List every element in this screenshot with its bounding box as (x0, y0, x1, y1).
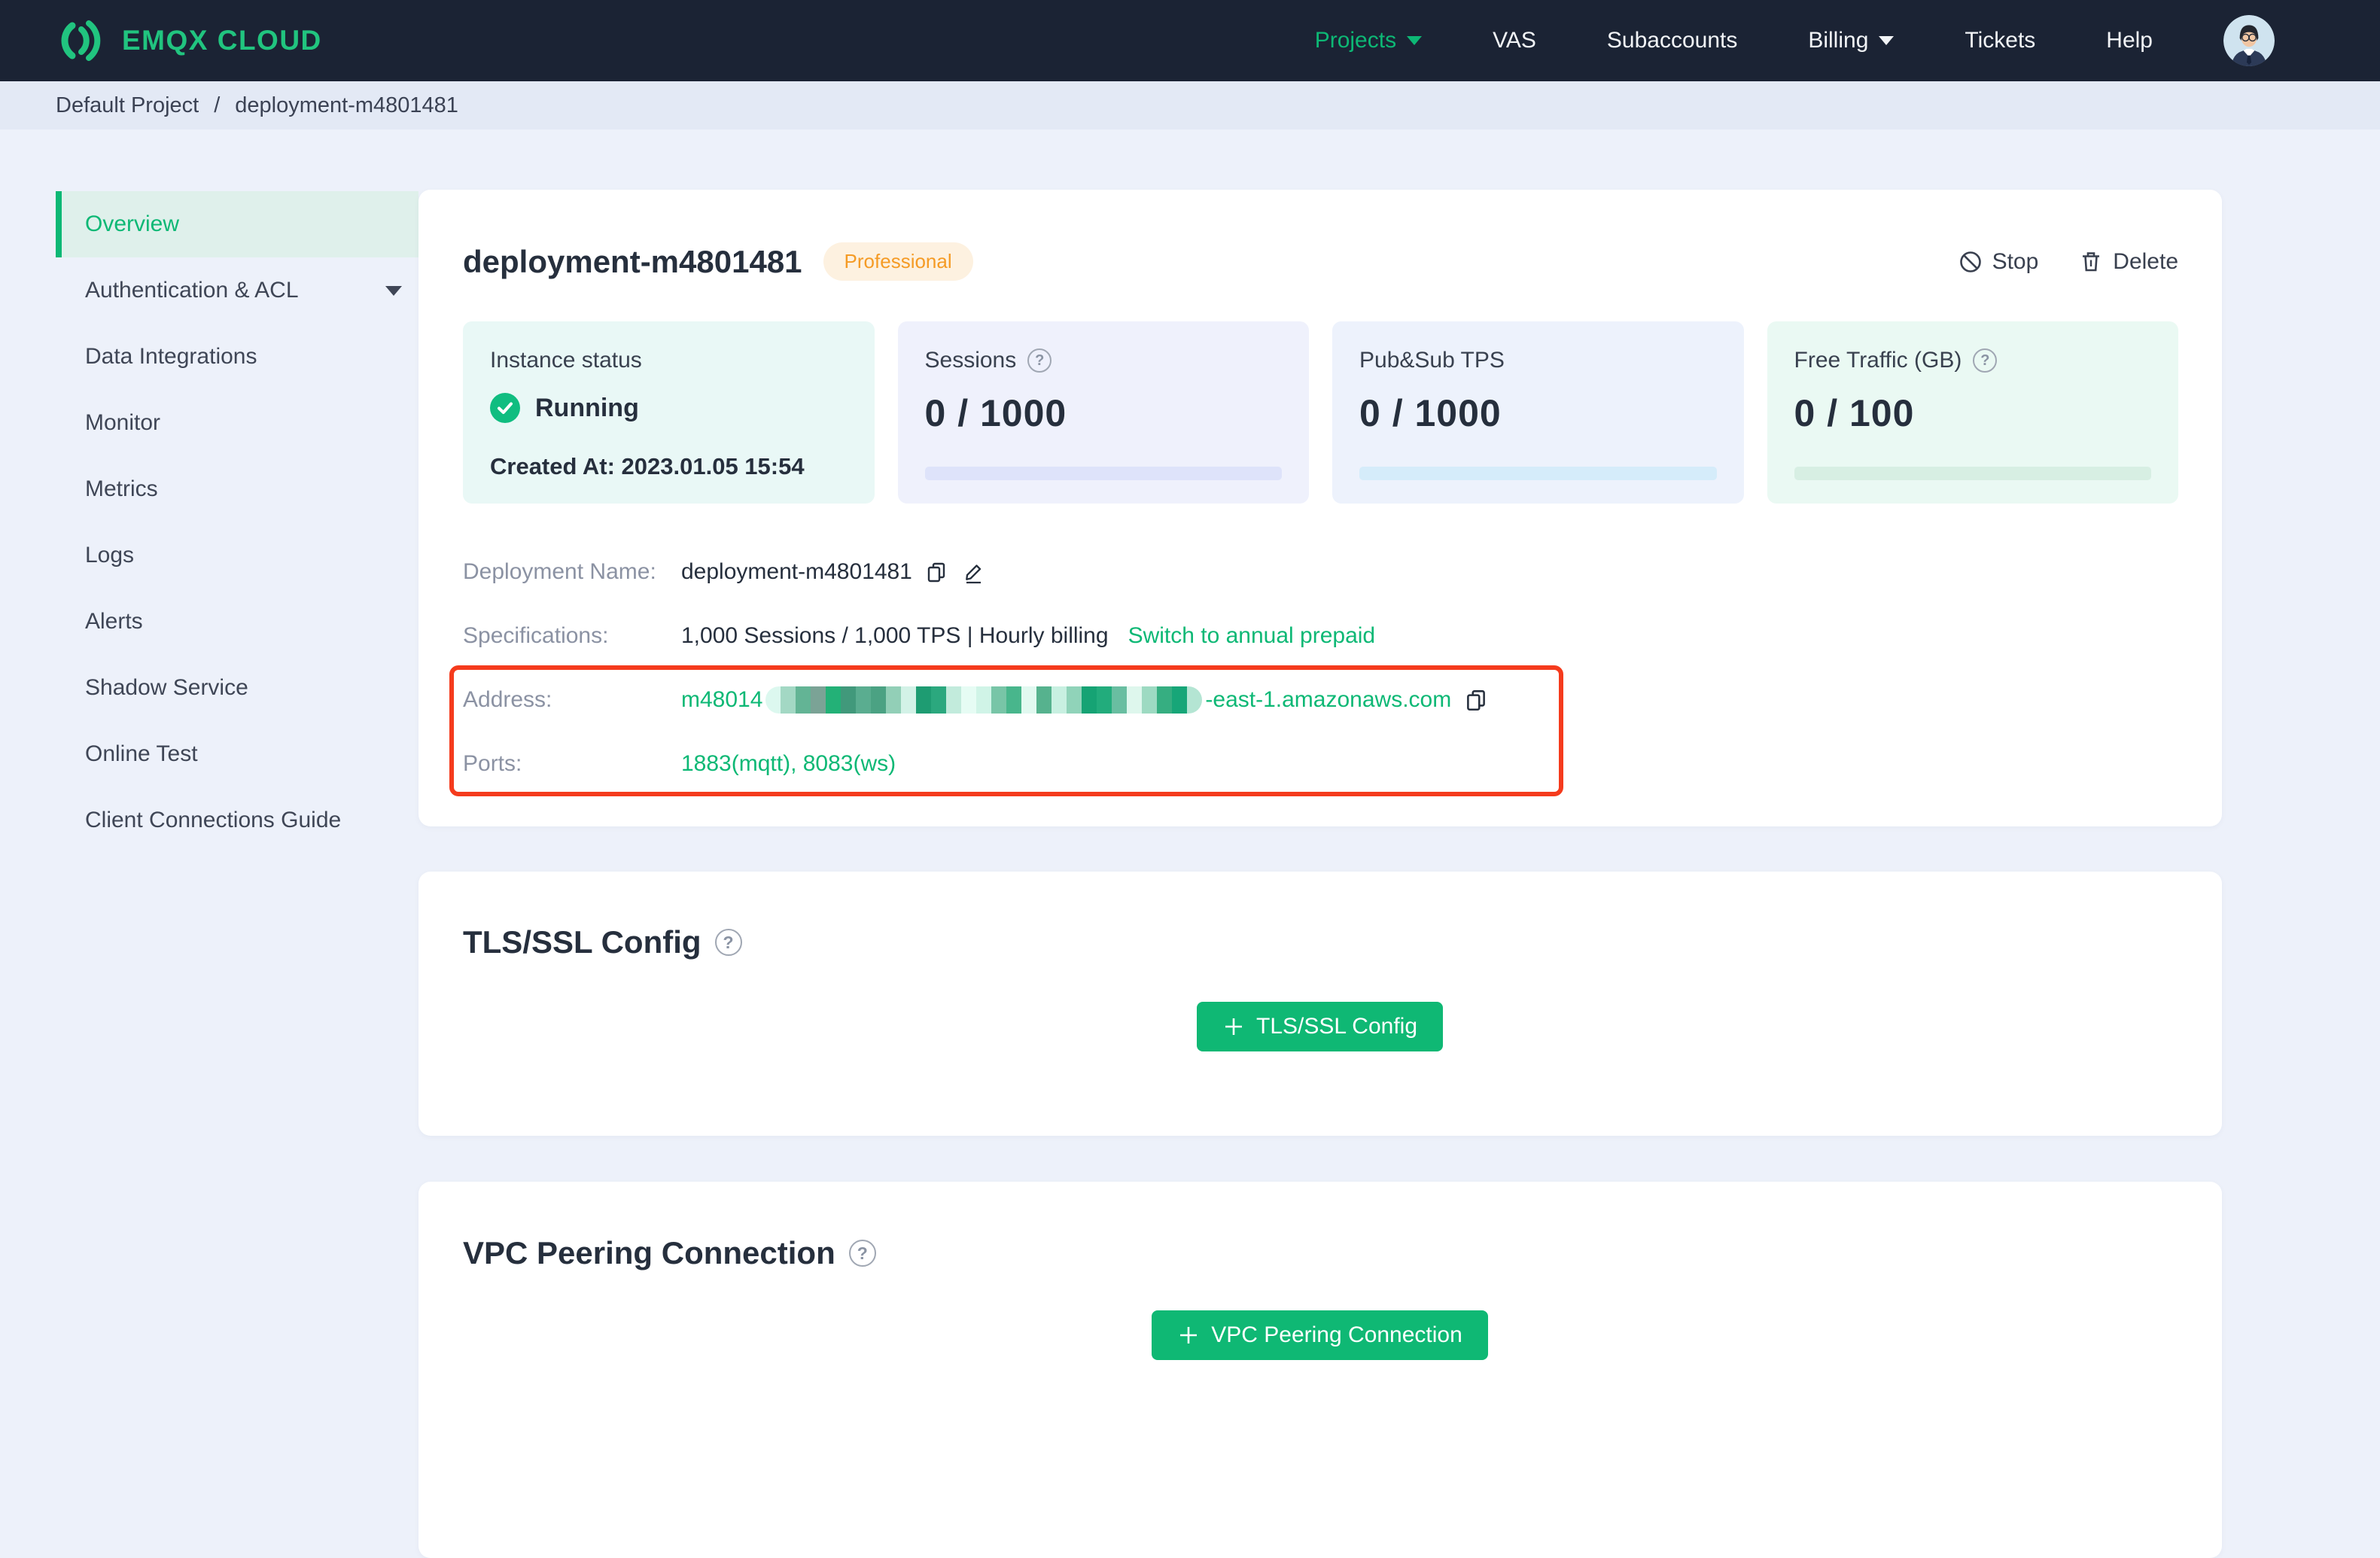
breadcrumb-separator: / (214, 93, 221, 117)
user-avatar[interactable] (2223, 15, 2275, 66)
free-traffic-value: 0 / 100 (1794, 392, 1915, 434)
sidebar-item-online-test[interactable]: Online Test (56, 721, 418, 787)
chevron-down-icon (1879, 36, 1895, 45)
help-icon[interactable]: ? (714, 929, 742, 956)
address-prefix: m48014 (681, 686, 763, 712)
nav-item-help[interactable]: Help (2106, 28, 2153, 53)
vpc-section-title: VPC Peering Connection (463, 1235, 835, 1270)
nav-item-vas[interactable]: VAS (1493, 28, 1536, 53)
ports-label: Ports: (463, 750, 522, 776)
sidebar-item-authentication-acl[interactable]: Authentication & ACL (56, 257, 418, 324)
sidebar-item-shadow-service[interactable]: Shadow Service (56, 655, 418, 721)
main-content: deployment-m4801481 Professional Stop De… (418, 129, 2222, 1558)
ports-row: Ports: 1883(mqtt), 8083(ws) (463, 732, 2178, 796)
brand-name: EMQX CLOUD (122, 25, 322, 56)
plan-badge: Professional (823, 242, 973, 281)
nav-item-subaccounts[interactable]: Subaccounts (1607, 28, 1737, 53)
switch-annual-prepaid-link[interactable]: Switch to annual prepaid (1128, 623, 1376, 649)
delete-button[interactable]: Delete (2079, 249, 2178, 275)
help-icon[interactable]: ? (848, 1240, 876, 1267)
trash-icon (2079, 250, 2103, 274)
help-icon[interactable]: ? (1973, 348, 1998, 373)
add-tls-ssl-config-button[interactable]: TLS/SSL Config (1197, 1002, 1443, 1051)
address-row: Address: m48014 -east-1.amazonaws.com (463, 668, 2178, 732)
breadcrumb: Default Project / deployment-m4801481 (0, 81, 2380, 129)
page-title: deployment-m4801481 (463, 243, 802, 279)
instance-status-card: Instance status Running Created At: 2023… (463, 321, 875, 504)
sessions-value: 0 / 1000 (924, 392, 1067, 434)
free-traffic-card: Free Traffic (GB) ? 0 / 100 (1767, 321, 2178, 504)
address-suffix: -east-1.amazonaws.com (1205, 686, 1452, 712)
sidebar-item-data-integrations[interactable]: Data Integrations (56, 324, 418, 390)
nav-item-tickets[interactable]: Tickets (1965, 28, 2035, 53)
breadcrumb-project[interactable]: Default Project (56, 93, 199, 118)
deployment-details: Deployment Name: deployment-m4801481 Spe… (449, 540, 2178, 796)
address-redaction (765, 686, 1203, 714)
tls-section-title: TLS/SSL Config (463, 924, 702, 960)
plus-icon (1177, 1324, 1200, 1347)
check-circle-icon (490, 393, 520, 423)
address-label: Address: (463, 686, 552, 712)
tls-ssl-section: TLS/SSL Config ? TLS/SSL Config (418, 872, 2222, 1136)
breadcrumb-current: deployment-m4801481 (235, 93, 458, 117)
copy-icon[interactable] (1463, 687, 1489, 713)
brand[interactable]: EMQX CLOUD (54, 16, 322, 65)
emqx-logo-icon (54, 16, 104, 65)
sidebar-item-alerts[interactable]: Alerts (56, 589, 418, 655)
add-vpc-peering-button[interactable]: VPC Peering Connection (1152, 1310, 1488, 1360)
sidebar-item-logs[interactable]: Logs (56, 522, 418, 589)
stop-icon (1958, 250, 1983, 274)
specifications-label: Specifications: (463, 622, 609, 648)
help-icon[interactable]: ? (1027, 348, 1052, 373)
top-navbar: EMQX CLOUD Projects VAS Subaccounts Bill… (0, 0, 2380, 81)
sessions-card: Sessions ? 0 / 1000 (897, 321, 1309, 504)
sessions-progress-bar (924, 467, 1282, 480)
specifications-row: Specifications: 1,000 Sessions / 1,000 T… (463, 604, 2178, 668)
pubsub-tps-card: Pub&Sub TPS 0 / 1000 (1332, 321, 1744, 504)
status-text: Running (535, 393, 639, 422)
deployment-name-label: Deployment Name: (463, 558, 656, 584)
sidebar: Overview Authentication & ACL Data Integ… (0, 129, 418, 1385)
specifications-value: 1,000 Sessions / 1,000 TPS | Hourly bill… (681, 622, 1109, 648)
created-at-text: Created At: 2023.01.05 15:54 (490, 453, 805, 479)
sidebar-item-metrics[interactable]: Metrics (56, 456, 418, 522)
deployment-name-row: Deployment Name: deployment-m4801481 (463, 540, 2178, 604)
vpc-peering-section: VPC Peering Connection ? VPC Peering Con… (418, 1182, 2222, 1558)
chevron-down-icon (385, 285, 402, 296)
deployment-overview-card: deployment-m4801481 Professional Stop De… (418, 190, 2222, 826)
stat-cards: Instance status Running Created At: 2023… (463, 321, 2178, 504)
pubsub-tps-value: 0 / 1000 (1359, 392, 1502, 434)
ports-value: 1883(mqtt), 8083(ws) (681, 750, 896, 776)
chevron-down-icon (1407, 36, 1423, 45)
nav-item-projects[interactable]: Projects (1315, 28, 1423, 53)
sidebar-item-client-connections-guide[interactable]: Client Connections Guide (56, 787, 418, 854)
copy-icon[interactable] (924, 560, 948, 584)
nav-item-billing[interactable]: Billing (1808, 28, 1895, 53)
sidebar-item-overview[interactable]: Overview (56, 191, 418, 257)
plus-icon (1222, 1015, 1245, 1038)
sidebar-item-monitor[interactable]: Monitor (56, 390, 418, 456)
edit-icon[interactable] (960, 559, 986, 585)
traffic-progress-bar (1794, 467, 2151, 480)
deployment-name-value: deployment-m4801481 (681, 558, 912, 584)
pubsub-progress-bar (1359, 467, 1717, 480)
nav-menu: Projects VAS Subaccounts Billing Tickets… (1315, 15, 2275, 66)
stop-button[interactable]: Stop (1958, 249, 2038, 275)
